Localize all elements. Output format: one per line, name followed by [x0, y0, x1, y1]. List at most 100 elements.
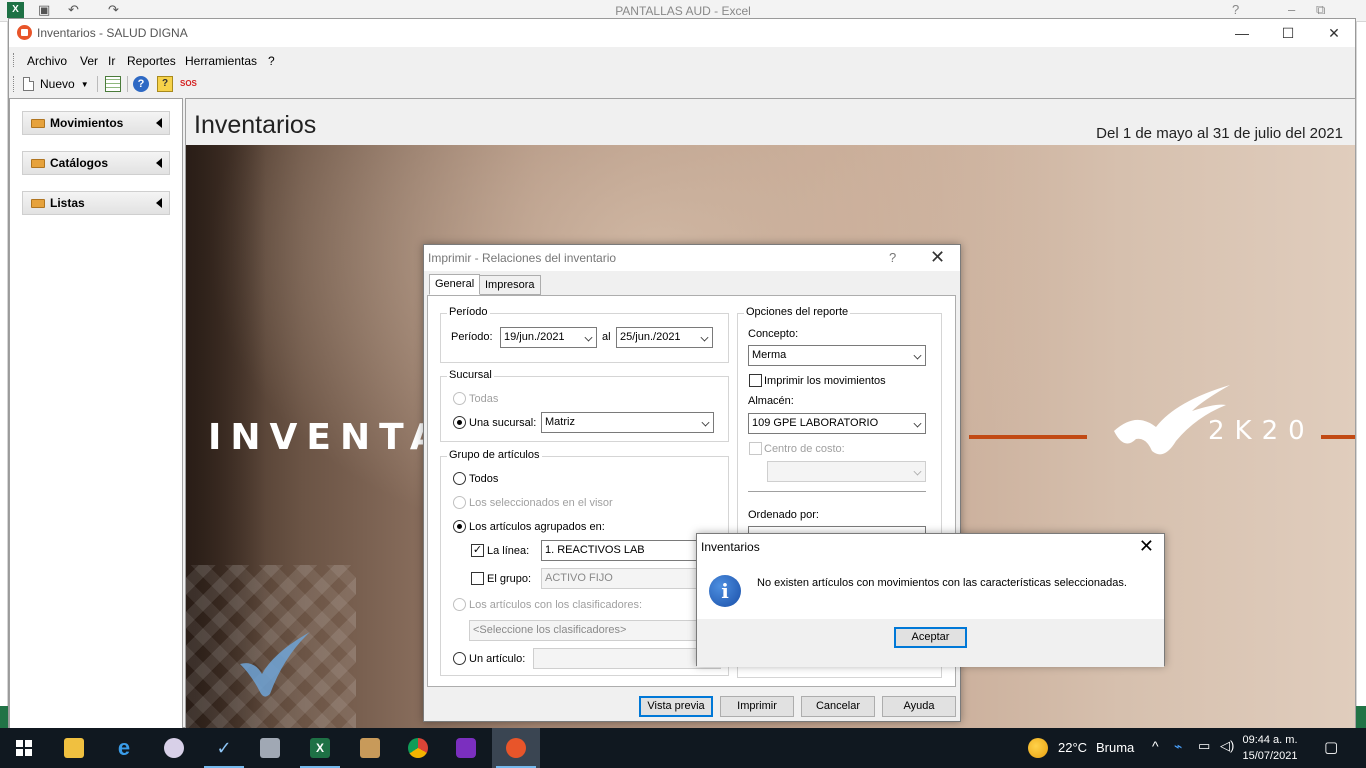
centro-costo-select[interactable]: [767, 461, 926, 482]
articulo-field[interactable]: [533, 648, 721, 669]
articulo-radio[interactable]: [453, 652, 466, 665]
internet-explorer-icon: e: [117, 735, 131, 760]
banner-accent-line: [969, 435, 1087, 439]
vista-previa-button[interactable]: Vista previa: [639, 696, 713, 717]
taskbar-paint[interactable]: [150, 728, 198, 768]
periodo-from-value: 19/jun./2021: [504, 331, 565, 343]
nav-movimientos[interactable]: Movimientos: [22, 111, 170, 135]
weather-icon[interactable]: [1028, 738, 1048, 758]
nav-catalogos[interactable]: Catálogos: [22, 151, 170, 175]
tab-general[interactable]: General: [429, 274, 481, 295]
cancelar-button[interactable]: Cancelar: [801, 696, 875, 717]
taskbar-file-explorer[interactable]: [50, 728, 98, 768]
new-button[interactable]: Nuevo ▼: [23, 75, 89, 93]
almacen-label: Almacén:: [748, 395, 794, 407]
clasificadores-field[interactable]: <Seleccione los clasificadores>: [469, 620, 721, 641]
note-help-icon[interactable]: ?: [157, 76, 173, 92]
navigation-panel: Movimientos Catálogos Listas: [9, 98, 183, 729]
menu-help[interactable]: ?: [268, 54, 275, 68]
collapse-arrow-icon: [156, 118, 162, 128]
imprimir-movimientos-checkbox[interactable]: [749, 374, 762, 387]
articulo-label: Un artículo:: [469, 653, 526, 665]
grupo-field[interactable]: ACTIVO FIJO: [541, 568, 721, 589]
concepto-select[interactable]: Merma: [748, 345, 926, 366]
app-title: Inventarios - SALUD DIGNA: [37, 26, 188, 40]
chevron-down-icon: [913, 351, 922, 360]
sucursal-select[interactable]: Matriz: [541, 412, 714, 433]
close-button[interactable]: ✕: [1311, 19, 1357, 47]
sucursal-todas-radio[interactable]: [453, 392, 466, 405]
tab-impresora[interactable]: Impresora: [479, 275, 541, 295]
periodo-to-field[interactable]: 25/jun./2021: [616, 327, 713, 348]
nav-label: Catálogos: [50, 156, 109, 170]
chevron-down-icon[interactable]: ▼: [81, 80, 89, 89]
menu-archivo[interactable]: Archivo: [27, 54, 67, 68]
collapse-arrow-icon: [156, 158, 162, 168]
chevron-up-icon[interactable]: ^: [1152, 738, 1159, 754]
menu-herramientas[interactable]: Herramientas: [185, 54, 257, 68]
message-footer: Aceptar: [697, 619, 1164, 667]
weather-temp[interactable]: 22°C: [1058, 740, 1087, 755]
excel-restore-button[interactable]: ⧉: [1316, 2, 1325, 18]
taskbar-internet-explorer[interactable]: e: [100, 728, 148, 768]
excel-help-button[interactable]: ?: [1232, 2, 1239, 17]
grid-add-icon[interactable]: [105, 76, 121, 92]
maximize-button[interactable]: ☐: [1265, 19, 1311, 47]
clasificadores-radio[interactable]: [453, 598, 466, 611]
app-title-bar: Inventarios - SALUD DIGNA — ☐ ✕: [9, 19, 1355, 47]
folder-icon: [64, 738, 84, 758]
menu-grip[interactable]: [13, 53, 16, 67]
message-close-button[interactable]: ✕: [1139, 536, 1154, 557]
chevron-down-icon: [700, 333, 709, 342]
menu-ver[interactable]: Ver: [80, 54, 98, 68]
taskbar-calculator[interactable]: [246, 728, 294, 768]
linea-checkbox[interactable]: [471, 544, 484, 557]
centro-costo-checkbox[interactable]: [749, 442, 762, 455]
taskbar-inventarios[interactable]: [492, 728, 540, 768]
sos-button[interactable]: SOS: [180, 79, 197, 95]
imprimir-button[interactable]: Imprimir: [720, 696, 794, 717]
centro-costo-label: Centro de costo:: [764, 443, 845, 455]
bluetooth-icon[interactable]: ⌁: [1174, 738, 1182, 755]
grupo-checkbox[interactable]: [471, 572, 484, 585]
cart-icon: [456, 738, 476, 758]
todos-radio[interactable]: [453, 472, 466, 485]
minimize-button[interactable]: —: [1219, 19, 1265, 47]
taskbar-salud-digna[interactable]: ✓: [200, 728, 248, 768]
volume-icon[interactable]: ◁): [1220, 738, 1234, 754]
dialog-close-button[interactable]: ✕: [930, 247, 945, 268]
salud-digna-icon: ✓: [216, 738, 232, 758]
linea-field[interactable]: 1. REACTIVOS LAB: [541, 540, 721, 561]
taskbar-box-2020[interactable]: [346, 728, 394, 768]
clock[interactable]: 09:44 a. m. 15/07/2021: [1234, 732, 1306, 764]
help-icon[interactable]: ?: [133, 76, 149, 92]
notification-icon[interactable]: ▢: [1324, 738, 1338, 756]
taskbar: e ✓ X 22°C Bruma ^ ⌁ ▭ ◁) 09:44 a. m. 15…: [0, 728, 1366, 768]
taskbar-chrome[interactable]: [394, 728, 442, 768]
ordenado-label: Ordenado por:: [748, 509, 819, 521]
aceptar-button[interactable]: Aceptar: [894, 627, 967, 648]
sucursal-group-label: Sucursal: [447, 369, 494, 381]
agrupados-radio[interactable]: [453, 520, 466, 533]
nav-listas[interactable]: Listas: [22, 191, 170, 215]
dialog-help-button[interactable]: ?: [889, 250, 896, 265]
weather-text[interactable]: Bruma: [1096, 740, 1134, 755]
menu-ir[interactable]: Ir: [108, 54, 115, 68]
menu-reportes[interactable]: Reportes: [127, 54, 176, 68]
ayuda-button[interactable]: Ayuda: [882, 696, 956, 717]
network-icon[interactable]: ▭: [1198, 738, 1210, 754]
excel-minimize-button[interactable]: –: [1288, 2, 1295, 17]
seleccionados-radio[interactable]: [453, 496, 466, 509]
windows-start-button[interactable]: [0, 728, 48, 768]
taskbar-excel[interactable]: X: [296, 728, 344, 768]
taskbar-shop[interactable]: [442, 728, 490, 768]
periodo-from-field[interactable]: 19/jun./2021: [500, 327, 597, 348]
sucursal-una-radio[interactable]: [453, 416, 466, 429]
salud-digna-icon: [17, 25, 32, 40]
grupo-articulos-group: Grupo de artículos Todos Los seleccionad…: [440, 449, 729, 676]
toolbar-grip[interactable]: [13, 76, 16, 92]
almacen-select[interactable]: 109 GPE LABORATORIO: [748, 413, 926, 434]
excel-window-title: PANTALLAS AUD - Excel: [615, 4, 751, 18]
nav-label: Listas: [50, 196, 85, 210]
imprimir-movimientos-label: Imprimir los movimientos: [764, 375, 886, 387]
